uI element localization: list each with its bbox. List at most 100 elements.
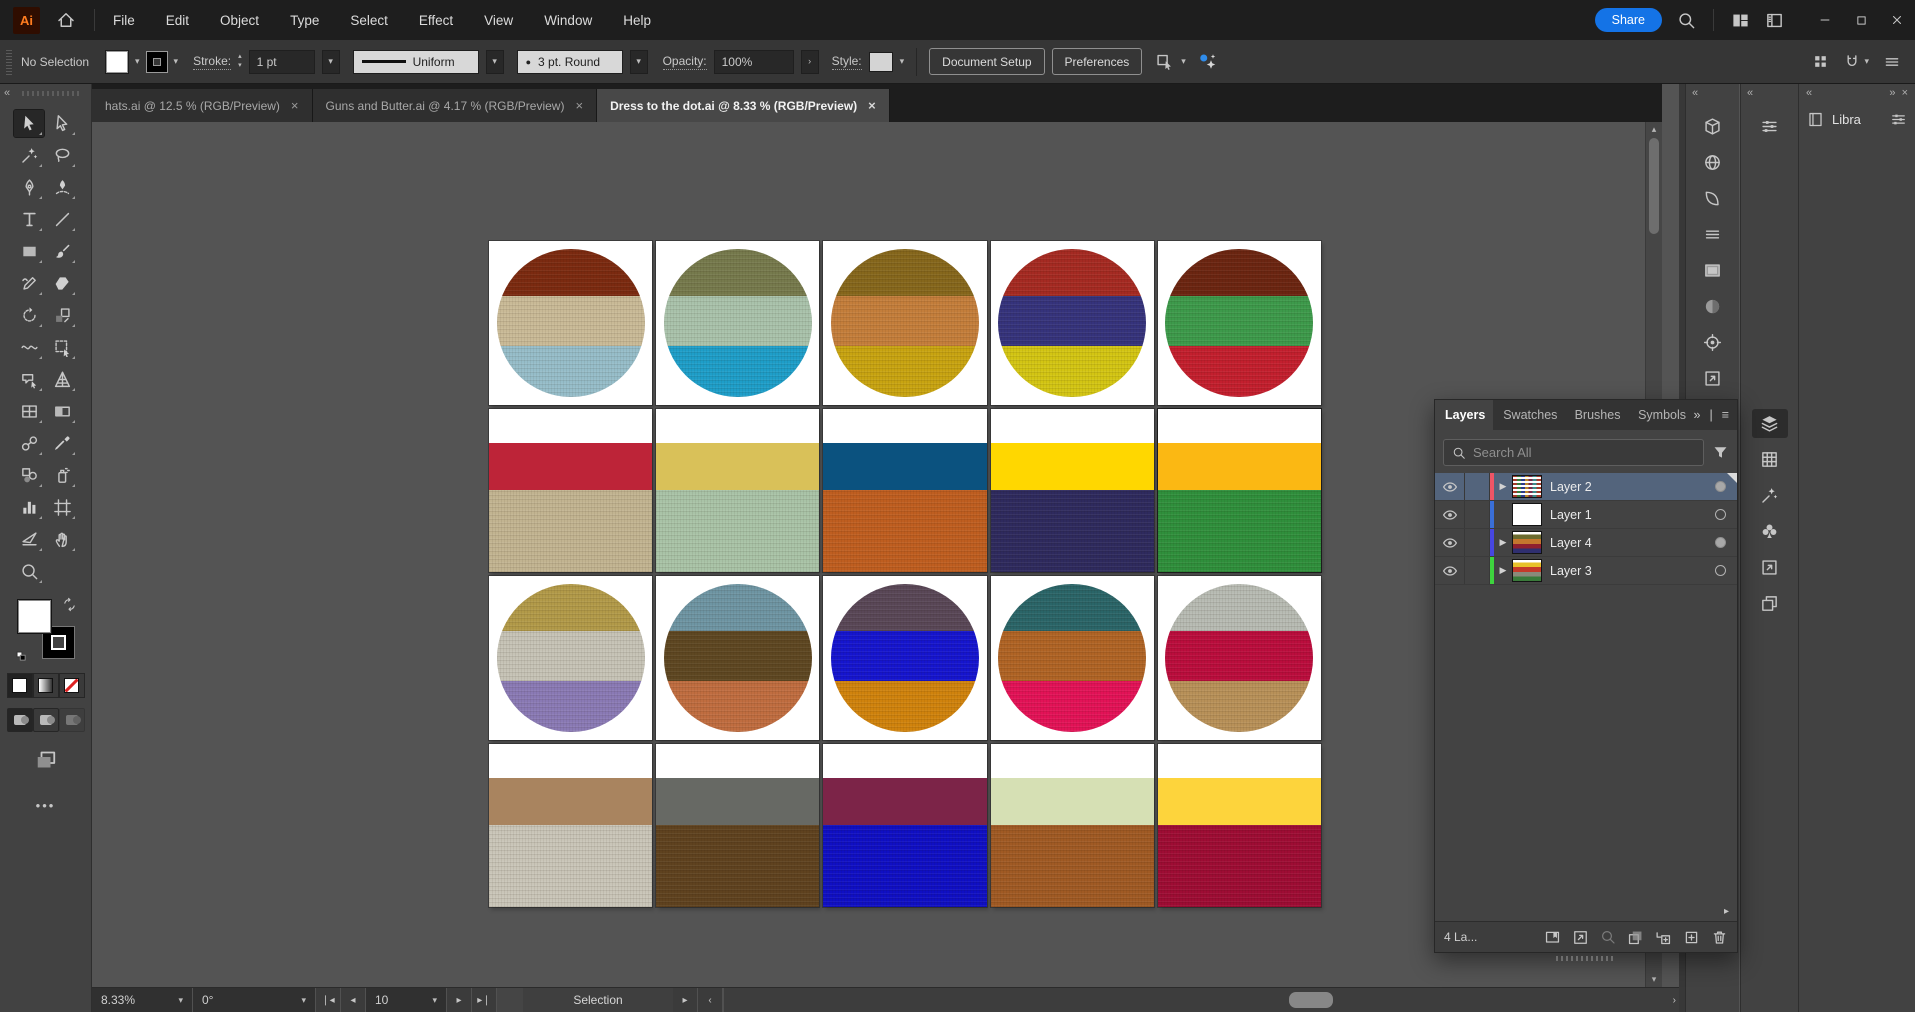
horizontal-scrollbar[interactable]: › xyxy=(723,988,1680,1012)
gradient-button[interactable] xyxy=(33,673,59,698)
vertical-scroll-thumb[interactable] xyxy=(1649,138,1659,234)
panel-icon-symbols-clover[interactable] xyxy=(1752,517,1788,546)
locate-object-icon[interactable] xyxy=(1600,929,1616,945)
panel-icon-artboards-overlap[interactable] xyxy=(1752,589,1788,618)
panel-icon-export-frame[interactable] xyxy=(1695,364,1731,393)
tool-rotate[interactable] xyxy=(14,302,44,329)
tool-zoom[interactable] xyxy=(14,558,44,585)
default-fill-stroke-icon[interactable] xyxy=(15,650,28,663)
panel-icon-magic-wand[interactable] xyxy=(1752,481,1788,510)
scroll-right-icon[interactable]: › xyxy=(1673,988,1676,1012)
stroke-weight-field[interactable]: 1 pt xyxy=(249,50,315,74)
draw-inside-button[interactable] xyxy=(59,708,85,732)
opacity-label[interactable]: Opacity: xyxy=(663,54,707,70)
layer-thumbnail[interactable] xyxy=(1512,559,1542,582)
menu-select[interactable]: Select xyxy=(350,13,388,28)
brush-definition-field[interactable]: ● 3 pt. Round xyxy=(517,50,623,74)
tab-close-icon[interactable]: × xyxy=(575,98,583,113)
tool-free-transform[interactable] xyxy=(47,334,77,361)
zoom-level-field[interactable]: 8.33%▾ xyxy=(92,988,193,1012)
target-circle[interactable] xyxy=(1715,509,1726,520)
delete-layer-icon[interactable] xyxy=(1711,929,1728,946)
search-icon[interactable] xyxy=(1677,11,1696,30)
panel-tab-symbols[interactable]: Symbols xyxy=(1628,400,1693,430)
visibility-eye-icon[interactable] xyxy=(1435,557,1465,584)
lock-toggle-cell[interactable] xyxy=(1465,501,1490,528)
none-button[interactable] xyxy=(59,673,85,698)
stroke-weight-stepper[interactable]: ▴▾ xyxy=(238,53,242,69)
color-button[interactable] xyxy=(7,673,33,698)
layer-name[interactable]: Layer 4 xyxy=(1550,536,1592,550)
new-layer-icon[interactable] xyxy=(1683,929,1700,946)
tool-selection[interactable] xyxy=(14,110,44,137)
panel-icon-sliders[interactable] xyxy=(1752,112,1788,141)
filter-icon[interactable] xyxy=(1712,444,1729,461)
align-grid-icon[interactable] xyxy=(1812,53,1829,70)
tool-width[interactable] xyxy=(14,334,44,361)
panel-menu-icon[interactable] xyxy=(1883,53,1901,71)
tab-close-icon[interactable]: × xyxy=(291,98,299,113)
rotation-field[interactable]: 0°▾ xyxy=(193,988,316,1012)
next-artboard-button[interactable]: ▸ xyxy=(447,988,472,1012)
tool-slice[interactable] xyxy=(14,526,44,553)
scroll-up-icon[interactable]: ▴ xyxy=(1646,124,1662,135)
previous-artboard-button[interactable]: ◂ xyxy=(341,988,366,1012)
tool-shape-builder[interactable] xyxy=(14,366,44,393)
expand-chevron-icon[interactable]: ▶ xyxy=(1494,565,1512,576)
menu-view[interactable]: View xyxy=(484,13,513,28)
panel-icon-layers-stack[interactable] xyxy=(1752,409,1788,438)
expand-chevrons[interactable]: » xyxy=(1694,408,1701,422)
tool-eyedropper[interactable] xyxy=(47,430,77,457)
visibility-eye-icon[interactable] xyxy=(1435,529,1465,556)
menu-effect[interactable]: Effect xyxy=(419,13,453,28)
layer-row-layer-1[interactable]: Layer 1 xyxy=(1435,501,1737,529)
panel-icon-shape[interactable] xyxy=(1695,184,1731,213)
layer-thumbnail[interactable] xyxy=(1512,531,1542,554)
tool-artboard[interactable] xyxy=(47,494,77,521)
opacity-flyout-arrow[interactable]: › xyxy=(801,50,819,74)
tool-eraser[interactable] xyxy=(47,270,77,297)
tool-shaper[interactable] xyxy=(14,270,44,297)
arrange-documents-icon[interactable] xyxy=(1731,11,1750,30)
tool-hand[interactable] xyxy=(47,526,77,553)
lock-toggle-cell[interactable] xyxy=(1465,557,1490,584)
layer-name[interactable]: Layer 3 xyxy=(1550,564,1592,578)
document-tab[interactable]: Guns and Butter.ai @ 4.17 % (RGB/Preview… xyxy=(313,89,598,122)
artboard-cell-r4-c3[interactable] xyxy=(823,744,986,908)
lock-toggle-cell[interactable] xyxy=(1465,529,1490,556)
tool-lasso[interactable] xyxy=(47,142,77,169)
artboard-cell-r2-c3[interactable] xyxy=(823,409,986,573)
panel-scroll-right-icon[interactable]: ▸ xyxy=(1724,906,1729,917)
menu-file[interactable]: File xyxy=(113,13,135,28)
artboard-cell-r2-c2[interactable] xyxy=(656,409,819,573)
panel-icon-image[interactable] xyxy=(1695,256,1731,285)
panel-icon-swatch-grid[interactable] xyxy=(1752,445,1788,474)
stroke-label[interactable]: Stroke: xyxy=(193,54,231,70)
style-label[interactable]: Style: xyxy=(832,54,862,70)
search-input[interactable]: Search All xyxy=(1443,439,1704,466)
maximize-button[interactable] xyxy=(1843,0,1879,40)
visibility-eye-icon[interactable] xyxy=(1435,501,1465,528)
panel-resize-grip[interactable] xyxy=(1556,956,1614,961)
screen-mode-button[interactable] xyxy=(34,748,58,772)
width-profile-field[interactable]: Uniform xyxy=(353,50,479,74)
libraries-title-row[interactable]: Libra xyxy=(1799,102,1915,137)
menu-edit[interactable]: Edit xyxy=(166,13,189,28)
artboard-cell-r3-c2[interactable] xyxy=(656,576,819,740)
chevron-down-icon[interactable]: ▾ xyxy=(322,50,340,74)
tool-blend[interactable] xyxy=(14,430,44,457)
artboard-cell-r1-c4[interactable] xyxy=(991,241,1154,405)
tool-magic-wand[interactable] xyxy=(14,142,44,169)
menu-object[interactable]: Object xyxy=(220,13,259,28)
export-selection-icon[interactable] xyxy=(1572,929,1589,946)
artboard-cell-r4-c4[interactable] xyxy=(991,744,1154,908)
artboard-cell-r1-c2[interactable] xyxy=(656,241,819,405)
artboard-cell-r4-c1[interactable] xyxy=(489,744,652,908)
tool-direct-selection[interactable] xyxy=(47,110,77,137)
panel-icon-menu-lines[interactable] xyxy=(1695,220,1731,249)
first-artboard-button[interactable]: ❘◂ xyxy=(316,988,341,1012)
document-setup-button[interactable]: Document Setup xyxy=(929,48,1044,75)
artboard-cell-r1-c1[interactable] xyxy=(489,241,652,405)
collapse-panel-chevrons[interactable]: « xyxy=(4,87,10,99)
menu-type[interactable]: Type xyxy=(290,13,319,28)
